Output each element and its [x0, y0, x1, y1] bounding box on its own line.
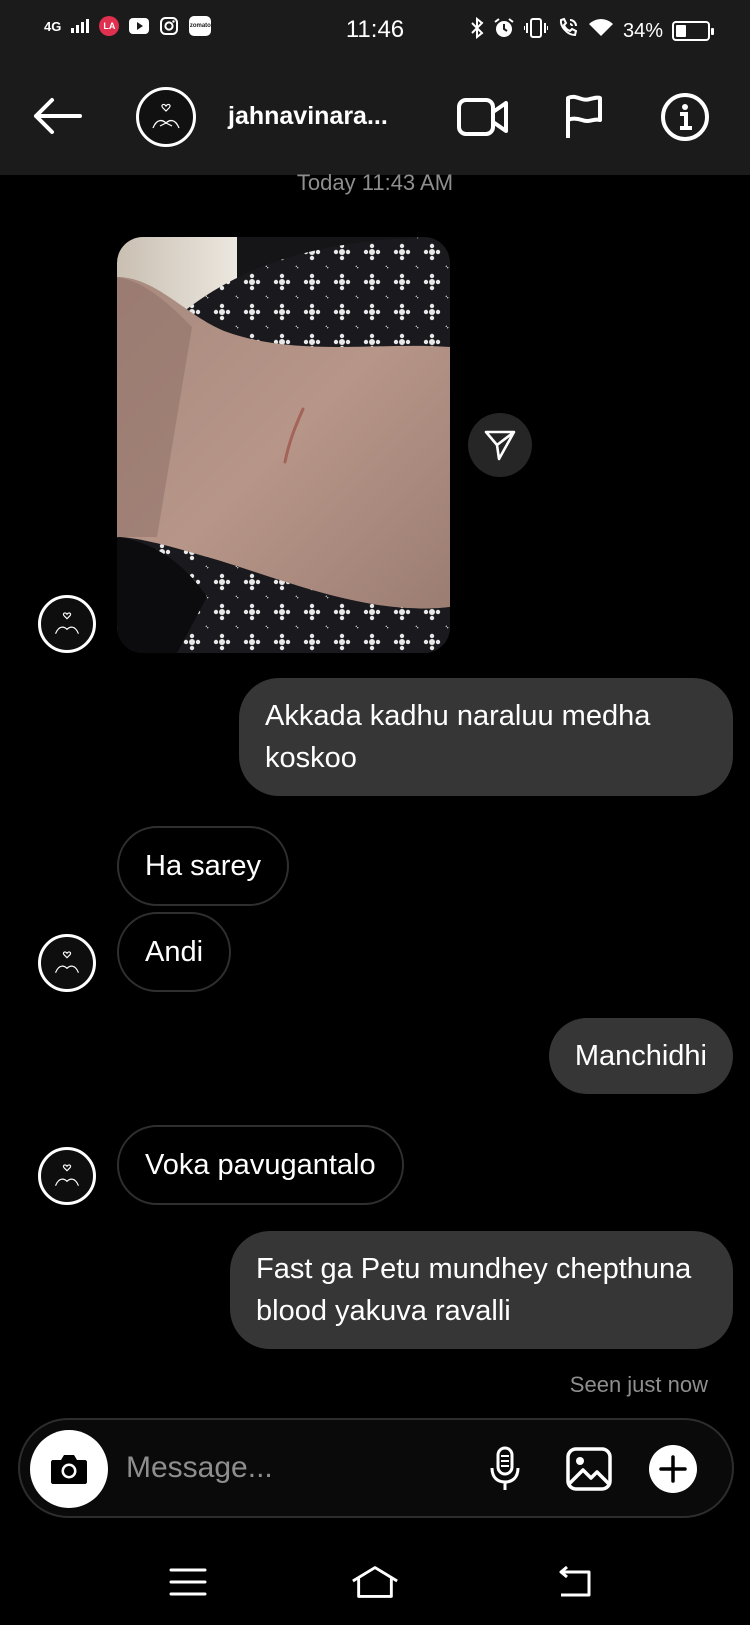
- message-text: Fast ga Petu mundhey chepthuna blood yak…: [256, 1253, 692, 1327]
- message-text: Voka pavugantalo: [145, 1149, 376, 1181]
- home-button[interactable]: [350, 1560, 400, 1604]
- vibrate-icon: [522, 18, 549, 44]
- return-icon: [559, 1566, 591, 1597]
- message-bubble-incoming[interactable]: Voka pavugantalo: [117, 1125, 404, 1205]
- pinky-promise-icon: [152, 103, 180, 129]
- message-bubble-incoming[interactable]: Andi: [117, 912, 232, 992]
- report-button[interactable]: [562, 92, 616, 142]
- bluetooth-icon: [470, 16, 484, 45]
- more-options-button[interactable]: [648, 1444, 698, 1494]
- wifi-icon: [588, 18, 614, 44]
- system-back-button[interactable]: [548, 1560, 598, 1604]
- header-avatar[interactable]: [136, 87, 196, 147]
- home-icon: [352, 1566, 398, 1598]
- message-composer: [18, 1418, 734, 1518]
- message-text: Andi: [145, 936, 204, 968]
- info-icon: [661, 93, 709, 141]
- message-input[interactable]: [126, 1446, 456, 1490]
- message-text: Ha sarey: [145, 850, 262, 882]
- recent-apps-button[interactable]: [163, 1560, 213, 1604]
- pinky-promise-icon: [54, 951, 80, 973]
- chat-header: jahnavinara...: [0, 60, 750, 175]
- sender-avatar[interactable]: [38, 934, 96, 992]
- microphone-icon: [490, 1446, 520, 1490]
- message-bubble-outgoing[interactable]: Manchidhi: [548, 1018, 733, 1094]
- video-call-button[interactable]: [456, 92, 510, 142]
- header-username[interactable]: jahnavinara...: [228, 102, 388, 131]
- pinky-promise-icon: [54, 612, 80, 634]
- message-text: Akkada kadhu naraluu medha koskoo: [265, 700, 651, 774]
- message-text: Manchidhi: [574, 1040, 707, 1072]
- voice-message-button[interactable]: [480, 1444, 530, 1494]
- message-bubble-outgoing[interactable]: Fast ga Petu mundhey chepthuna blood yak…: [230, 1231, 733, 1349]
- camera-icon: [51, 1455, 87, 1484]
- arm-photo-image: [117, 237, 450, 653]
- system-nav-bar: [0, 1540, 750, 1625]
- flag-icon: [566, 94, 602, 138]
- alarm-icon: [493, 17, 515, 45]
- battery-icon: [672, 21, 714, 41]
- conversation-timestamp: Today 11:43 AM: [296, 170, 454, 195]
- wifi-calling-icon: [557, 17, 579, 45]
- status-bar: 4G LA zomato 11:46 34%: [0, 0, 750, 60]
- info-button[interactable]: [660, 92, 714, 142]
- sender-avatar[interactable]: [38, 595, 96, 653]
- status-right: 34%: [470, 16, 714, 45]
- message-bubble-outgoing[interactable]: Akkada kadhu naraluu medha koskoo: [239, 678, 733, 796]
- menu-icon: [169, 1568, 207, 1596]
- battery-percent: 34%: [622, 19, 663, 42]
- back-button[interactable]: [30, 96, 84, 136]
- gallery-button[interactable]: [564, 1444, 614, 1494]
- message-bubble-incoming[interactable]: Ha sarey: [117, 826, 290, 906]
- pinky-promise-icon: [54, 1164, 80, 1186]
- image-icon: [566, 1447, 612, 1491]
- camera-button[interactable]: [30, 1430, 108, 1508]
- sender-avatar[interactable]: [38, 1147, 96, 1205]
- share-photo-button[interactable]: [468, 413, 532, 477]
- plus-icon: [649, 1445, 697, 1493]
- video-camera-icon: [457, 98, 508, 136]
- seen-status: Seen just now: [569, 1372, 708, 1397]
- paper-plane-icon: [484, 430, 516, 461]
- arrow-left-icon: [34, 98, 82, 134]
- shared-photo[interactable]: [117, 237, 450, 653]
